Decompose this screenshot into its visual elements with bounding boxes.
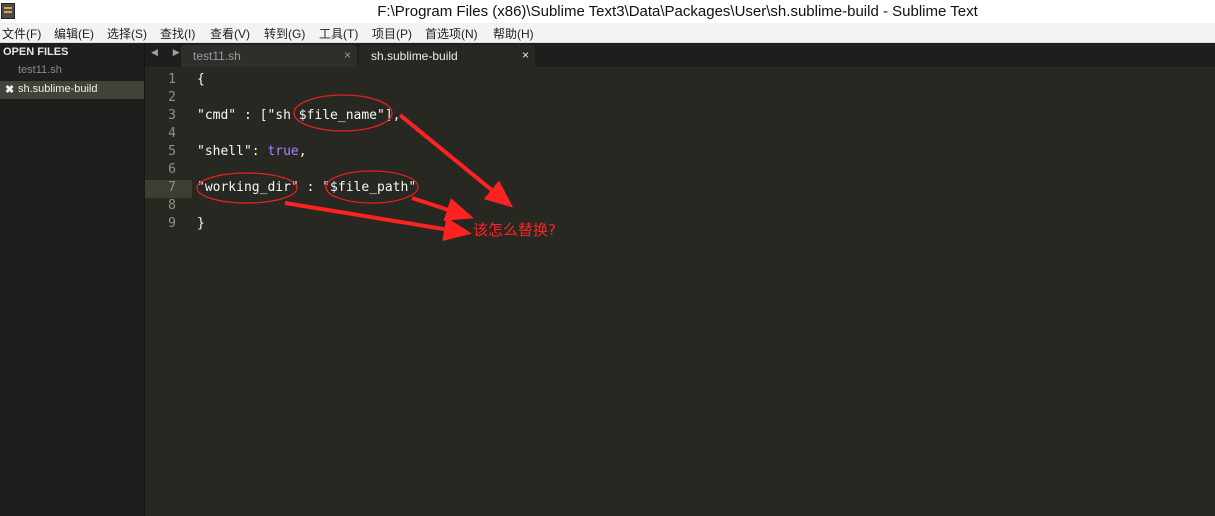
arrow-from-file-path <box>411 196 474 221</box>
highlight-ellipse-file-path <box>325 170 419 204</box>
annotation-overlay <box>196 94 514 241</box>
annotation-question: 该怎么替换? <box>473 221 556 239</box>
highlight-ellipse-working-dir <box>196 172 298 204</box>
highlight-ellipse-file-name <box>293 94 393 132</box>
